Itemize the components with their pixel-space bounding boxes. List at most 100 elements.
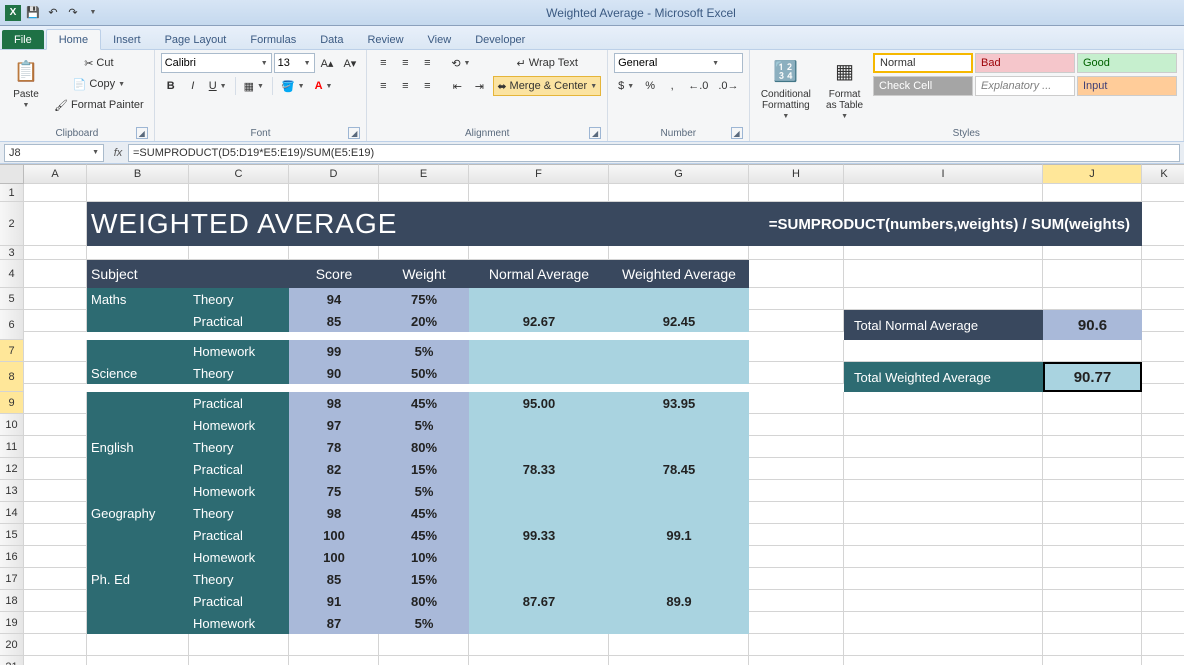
align-bottom-button[interactable]: ≡ <box>417 53 437 73</box>
cell[interactable] <box>379 246 469 260</box>
fx-icon[interactable]: fx <box>108 147 128 159</box>
cell[interactable] <box>749 414 844 436</box>
cell[interactable] <box>24 362 87 384</box>
cell[interactable] <box>609 246 749 260</box>
cell[interactable] <box>609 656 749 665</box>
table-header-navg[interactable]: Normal Average <box>469 260 609 288</box>
cell[interactable] <box>24 392 87 414</box>
cell[interactable] <box>749 590 844 612</box>
row-header-7[interactable]: 7 <box>0 340 24 362</box>
cell[interactable] <box>469 246 609 260</box>
cell[interactable] <box>1043 590 1142 612</box>
weight-cell[interactable]: 5% <box>379 612 469 634</box>
weighted-avg-cell[interactable] <box>609 568 749 590</box>
font-dialog-launcher[interactable]: ◢ <box>348 127 360 139</box>
subject-type[interactable]: Homework <box>189 414 289 436</box>
normal-avg-cell[interactable] <box>469 568 609 590</box>
row-header-13[interactable]: 13 <box>0 480 24 502</box>
weight-cell[interactable]: 45% <box>379 392 469 414</box>
subject-name[interactable]: Science <box>87 362 189 384</box>
align-middle-button[interactable]: ≡ <box>395 53 415 73</box>
normal-avg-cell[interactable] <box>469 546 609 568</box>
weighted-avg-cell[interactable]: 93.95 <box>609 392 749 414</box>
col-header-C[interactable]: C <box>189 164 289 184</box>
weighted-avg-cell[interactable] <box>609 414 749 436</box>
percent-format-button[interactable]: % <box>640 76 660 96</box>
normal-avg-cell[interactable] <box>469 414 609 436</box>
tab-review[interactable]: Review <box>355 30 415 49</box>
subject-name[interactable] <box>87 392 189 414</box>
cell[interactable] <box>844 392 1043 414</box>
cell[interactable] <box>749 340 844 362</box>
col-header-G[interactable]: G <box>609 164 749 184</box>
cell[interactable] <box>749 634 844 656</box>
cell[interactable] <box>844 612 1043 634</box>
subject-name[interactable] <box>87 340 189 362</box>
cell[interactable] <box>1142 524 1184 546</box>
undo-icon[interactable]: ↶ <box>44 4 62 22</box>
subject-name[interactable] <box>87 310 189 332</box>
cell[interactable] <box>749 546 844 568</box>
align-top-button[interactable]: ≡ <box>373 53 393 73</box>
cell[interactable] <box>749 502 844 524</box>
font-color-button[interactable]: A▼ <box>311 76 337 96</box>
subject-name[interactable] <box>87 612 189 634</box>
cell[interactable] <box>844 414 1043 436</box>
weighted-avg-cell[interactable]: 92.45 <box>609 310 749 332</box>
cell[interactable] <box>1142 310 1184 332</box>
weight-cell[interactable]: 80% <box>379 590 469 612</box>
cell[interactable] <box>1043 524 1142 546</box>
cell[interactable] <box>844 590 1043 612</box>
formula-input[interactable]: =SUMPRODUCT(D5:D19*E5:E19)/SUM(E5:E19) <box>128 144 1180 162</box>
weight-cell[interactable]: 5% <box>379 480 469 502</box>
row-header-2[interactable]: 2 <box>0 202 24 246</box>
score-cell[interactable]: 90 <box>289 362 379 384</box>
merge-center-button[interactable]: ⬌Merge & Center▼ <box>493 76 601 96</box>
total-weighted-value[interactable]: 90.77 <box>1043 362 1142 392</box>
cell[interactable] <box>24 436 87 458</box>
score-cell[interactable]: 75 <box>289 480 379 502</box>
cell[interactable] <box>749 288 844 310</box>
cell[interactable] <box>1043 436 1142 458</box>
total-normal-value[interactable]: 90.6 <box>1043 310 1142 340</box>
cell[interactable] <box>844 288 1043 310</box>
tab-data[interactable]: Data <box>308 30 355 49</box>
cell[interactable] <box>1043 568 1142 590</box>
cell[interactable] <box>1142 436 1184 458</box>
cell[interactable] <box>1043 260 1142 288</box>
weighted-avg-cell[interactable] <box>609 546 749 568</box>
decrease-decimal-button[interactable]: .0→ <box>714 76 742 96</box>
tab-developer[interactable]: Developer <box>463 30 537 49</box>
decrease-indent-button[interactable]: ⇤ <box>447 76 467 96</box>
row-header-18[interactable]: 18 <box>0 590 24 612</box>
cell[interactable] <box>1043 634 1142 656</box>
cell[interactable] <box>24 568 87 590</box>
cell[interactable] <box>749 612 844 634</box>
cell[interactable] <box>1043 246 1142 260</box>
underline-button[interactable]: U▼ <box>205 76 231 96</box>
normal-avg-cell[interactable]: 99.33 <box>469 524 609 546</box>
cell[interactable] <box>749 436 844 458</box>
score-cell[interactable]: 100 <box>289 524 379 546</box>
cell[interactable] <box>1142 656 1184 665</box>
format-as-table-button[interactable]: ▦ Format as Table▼ <box>820 53 869 122</box>
cell[interactable] <box>749 246 844 260</box>
score-cell[interactable]: 82 <box>289 458 379 480</box>
subject-name[interactable] <box>87 546 189 568</box>
row-header-20[interactable]: 20 <box>0 634 24 656</box>
subject-type[interactable]: Practical <box>189 458 289 480</box>
tab-view[interactable]: View <box>416 30 464 49</box>
score-cell[interactable]: 98 <box>289 392 379 414</box>
cell[interactable] <box>379 184 469 202</box>
tab-page-layout[interactable]: Page Layout <box>153 30 239 49</box>
weighted-avg-cell[interactable] <box>609 340 749 362</box>
score-cell[interactable]: 99 <box>289 340 379 362</box>
align-right-button[interactable]: ≡ <box>417 76 437 96</box>
cell[interactable] <box>844 340 1043 362</box>
row-header-8[interactable]: 8 <box>0 362 24 392</box>
cell[interactable] <box>749 524 844 546</box>
cell[interactable] <box>1142 546 1184 568</box>
subject-type[interactable]: Homework <box>189 546 289 568</box>
score-cell[interactable]: 100 <box>289 546 379 568</box>
cell[interactable] <box>469 634 609 656</box>
